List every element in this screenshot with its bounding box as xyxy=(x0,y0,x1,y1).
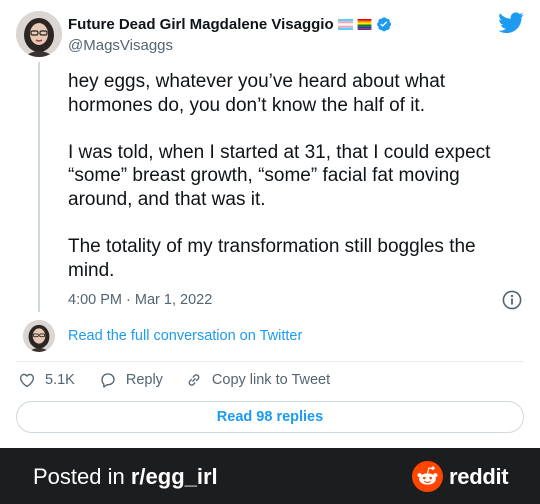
posted-prefix: Posted in xyxy=(33,464,131,489)
author-name-row: Future Dead Girl Magdalene Visaggio xyxy=(68,14,392,34)
tweet-line: I was told, when I started at 31, that I… xyxy=(68,141,491,163)
reddit-footer: Posted in r/egg_irl reddit xyxy=(0,448,540,504)
copy-link-button[interactable]: Copy link to Tweet xyxy=(185,371,330,389)
transgender-flag-icon xyxy=(337,18,353,30)
tweet-line: “some” breast growth, “some” facial fat … xyxy=(68,165,460,187)
copy-link-label: Copy link to Tweet xyxy=(211,372,331,388)
rainbow-flag-icon xyxy=(357,18,371,30)
reddit-snoo-icon xyxy=(412,461,443,492)
thread-line xyxy=(38,62,40,312)
author-display-name[interactable]: Future Dead Girl Magdalene Visaggio xyxy=(68,16,334,33)
reply-label: Reply xyxy=(125,372,163,388)
tweet-body: hey eggs, whatever you’ve heard about wh… xyxy=(68,70,520,282)
twitter-bird-icon[interactable] xyxy=(498,12,524,34)
tweet-line: The totality of my transformation still … xyxy=(68,236,476,258)
subreddit-name[interactable]: r/egg_irl xyxy=(131,464,218,489)
divider xyxy=(16,361,524,362)
tweet-line: hey eggs, whatever you’ve heard about wh… xyxy=(68,71,446,92)
reply-button[interactable]: Reply xyxy=(99,371,163,389)
tweet-paragraph: The totality of my transformation still … xyxy=(68,235,520,282)
tweet-paragraph: I was told, when I started at 31, that I… xyxy=(68,141,520,212)
tweet-line: hormones do, you don’t know the half of … xyxy=(68,94,425,116)
embedded-tweet-card: Future Dead Girl Magdalene Visaggio @Mag… xyxy=(0,0,540,448)
author-avatar[interactable] xyxy=(16,11,62,57)
tweet-paragraph: hey eggs, whatever you’ve heard about wh… xyxy=(68,70,520,117)
like-count: 5.1K xyxy=(45,372,75,388)
heart-icon xyxy=(19,373,35,388)
like-button[interactable]: 5.1K xyxy=(18,371,75,389)
info-icon[interactable] xyxy=(502,290,522,310)
reddit-logo[interactable]: reddit xyxy=(412,461,509,492)
tweet-timestamp[interactable]: 4:00 PM · Mar 1, 2022 xyxy=(68,292,212,308)
tweet-actions: 5.1K Reply Copy link to Tweet xyxy=(18,370,330,390)
read-replies-button[interactable]: Read 98 replies xyxy=(16,401,524,433)
author-handle[interactable]: @MagsVisaggs xyxy=(68,37,173,54)
verified-badge-icon xyxy=(376,17,391,32)
tweet-line: mind. xyxy=(68,259,115,281)
reddit-wordmark: reddit xyxy=(449,463,509,489)
posted-in-text: Posted in r/egg_irl xyxy=(33,464,218,490)
reply-bubble-icon xyxy=(101,373,115,388)
conversation-avatar[interactable] xyxy=(23,320,55,352)
tweet-line: around, and that was it. xyxy=(68,188,266,210)
link-icon xyxy=(188,374,200,386)
read-full-conversation-link[interactable]: Read the full conversation on Twitter xyxy=(68,328,302,344)
